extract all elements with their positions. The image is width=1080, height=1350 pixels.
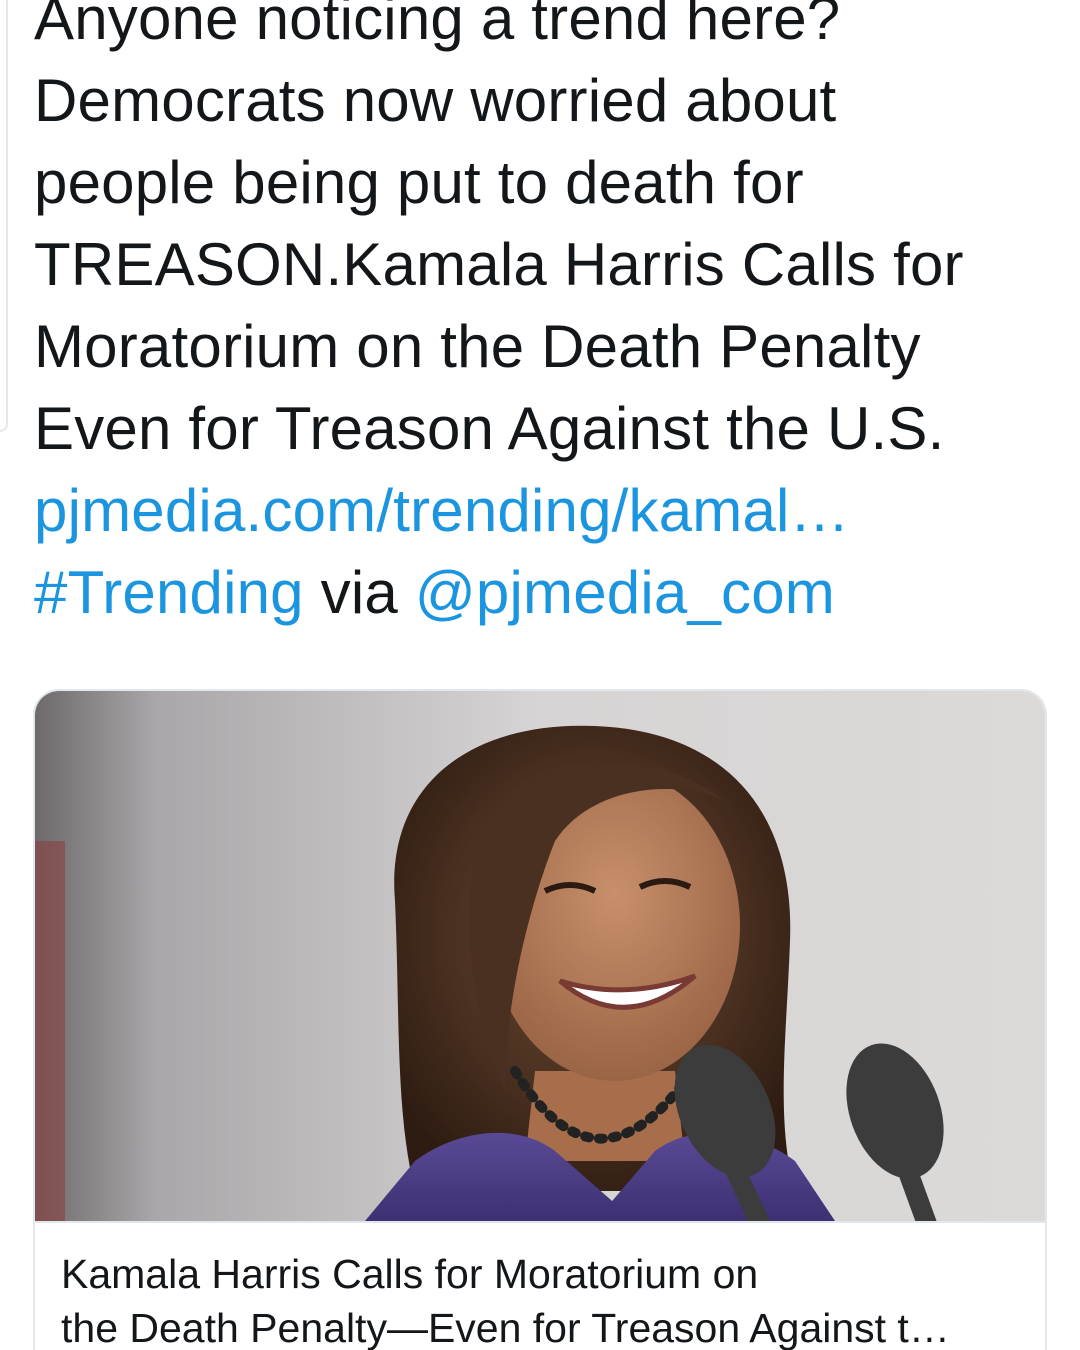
card-divider <box>35 1221 1045 1223</box>
via-text: via <box>320 559 398 626</box>
tweet-text-line: Democrats now worried about <box>34 67 837 134</box>
tweet-link-line: pjmedia.com/trending/kamal… <box>34 470 1054 552</box>
mention-pjmedia[interactable]: @pjmedia_com <box>415 559 835 626</box>
link-preview-card[interactable]: Kamala Harris Calls for Moratorium on th… <box>33 689 1047 1350</box>
article-link[interactable]: pjmedia.com/trending/kamal… <box>34 477 850 544</box>
thread-connector <box>0 0 8 432</box>
tweet-tags-line: #Trending via @pjmedia_com <box>34 552 1054 634</box>
card-title-line: Kamala Harris Calls for Moratorium on <box>61 1251 759 1297</box>
tweet-text-line: Moratorium on the Death Penalty <box>34 313 921 380</box>
tweet-text-line: people being put to death for <box>34 149 804 216</box>
tweet-text-line: Even for Treason Against the U.S. <box>34 395 945 462</box>
card-photo <box>35 691 1045 1221</box>
tweet-text: Anyone noticing a trend here? Democrats … <box>34 0 1054 634</box>
card-title-line: the Death Penalty—Even for Treason Again… <box>61 1305 950 1350</box>
hashtag-trending[interactable]: #Trending <box>34 559 304 626</box>
tweet-text-line: Anyone noticing a trend here? <box>34 0 841 52</box>
card-title[interactable]: Kamala Harris Calls for Moratorium on th… <box>61 1247 1021 1350</box>
tweet-text-line: TREASON.Kamala Harris Calls for <box>34 231 964 298</box>
card-image[interactable] <box>35 691 1045 1221</box>
